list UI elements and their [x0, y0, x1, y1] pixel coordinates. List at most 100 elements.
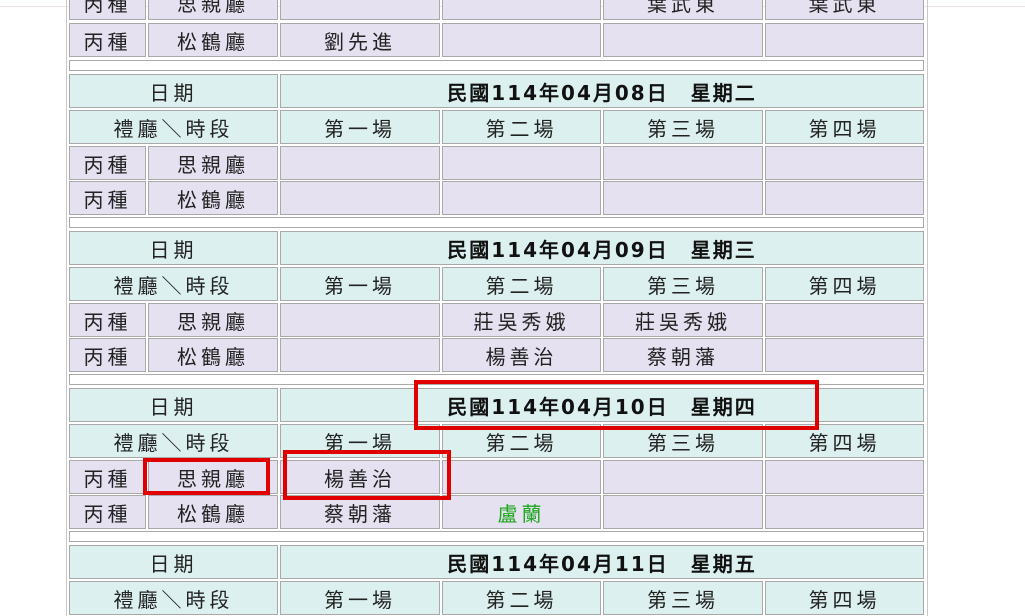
hall-slot-header: 禮廳＼時段 [69, 110, 278, 144]
slot-cell [280, 0, 440, 20]
date-value-cell: 民國114年04月08日 星期二 [280, 74, 924, 108]
slot-header: 第二場 [442, 581, 601, 615]
slot-header-label: 第一場 [324, 273, 396, 298]
hall-text: 思親廳 [177, 466, 249, 491]
type-text: 丙種 [83, 0, 132, 16]
date-label-cell: 日期 [69, 231, 278, 265]
slot-header: 第三場 [603, 424, 763, 458]
slot-cell: 蔡朝藩 [280, 495, 440, 529]
date-value-cell: 民國114年04月10日 星期四 [280, 388, 924, 422]
hall-cell: 思親廳 [148, 146, 278, 180]
date-value: 民國114年04月08日 星期二 [447, 80, 757, 105]
slot-cell [603, 181, 763, 215]
type-cell: 丙種 [69, 303, 146, 337]
slot-header: 第二場 [442, 424, 601, 458]
hall-slot-label: 禮廳＼時段 [113, 273, 234, 298]
slot-cell [442, 460, 601, 494]
slot-header: 第一場 [280, 110, 440, 144]
hall-cell: 松鶴廳 [148, 181, 278, 215]
slot-header: 第四場 [765, 110, 924, 144]
type-text: 丙種 [83, 152, 132, 177]
slot-header-label: 第一場 [324, 587, 396, 612]
slot-cell [765, 181, 924, 215]
block-separator [69, 531, 924, 542]
table-left-edge [66, 0, 67, 616]
slot-cell [280, 146, 440, 180]
slot-header: 第一場 [280, 267, 440, 301]
slot-header-label: 第四場 [808, 273, 881, 298]
type-cell: 丙種 [69, 460, 146, 494]
slot-cell [765, 460, 924, 494]
slot-header-label: 第三場 [647, 587, 719, 612]
slot-header-label: 第四場 [808, 430, 881, 455]
slot-cell [442, 181, 601, 215]
slot-header: 第四場 [765, 267, 924, 301]
slot-header: 第四場 [765, 581, 924, 615]
slot-cell [442, 146, 601, 180]
slot-header-label: 第三場 [647, 430, 719, 455]
slot-cell [765, 495, 924, 529]
type-cell: 丙種 [69, 495, 146, 529]
date-value-cell: 民國114年04月11日 星期五 [280, 545, 924, 579]
slot-cell: 莊吳秀娥 [603, 303, 763, 337]
type-cell: 丙種 [69, 0, 146, 20]
type-text: 丙種 [83, 344, 132, 369]
hall-cell: 松鶴廳 [148, 23, 278, 57]
hall-cell: 思親廳 [148, 303, 278, 337]
new-booking-link[interactable]: 盧蘭 [498, 498, 546, 527]
type-cell: 丙種 [69, 23, 146, 57]
slot-cell: 劉先進 [280, 23, 440, 57]
slot-header: 第一場 [280, 424, 440, 458]
type-text: 丙種 [83, 29, 132, 54]
date-value: 民國114年04月11日 星期五 [447, 551, 757, 576]
slot-header-label: 第三場 [647, 116, 719, 141]
slot-cell: 葉武東 [765, 0, 924, 20]
slot-cell: 楊善治 [442, 338, 601, 372]
date-label-cell: 日期 [69, 545, 278, 579]
slot-header: 第三場 [603, 267, 763, 301]
slot-text: 楊善治 [324, 466, 396, 491]
hall-slot-header: 禮廳＼時段 [69, 581, 278, 615]
slot-text: 楊善治 [485, 344, 558, 369]
slot-cell [603, 23, 763, 57]
type-cell: 丙種 [69, 146, 146, 180]
type-cell: 丙種 [69, 338, 146, 372]
slot-cell [765, 23, 924, 57]
slot-cell: 葉武東 [603, 0, 763, 20]
block-separator [69, 60, 924, 71]
hall-cell: 思親廳 [148, 460, 278, 494]
slot-cell [603, 495, 763, 529]
slot-cell [280, 181, 440, 215]
hall-text: 松鶴廳 [177, 29, 249, 54]
type-text: 丙種 [83, 309, 132, 334]
block-separator [69, 374, 924, 385]
hall-text: 思親廳 [177, 152, 249, 177]
hall-text: 松鶴廳 [177, 187, 249, 212]
slot-cell: 莊吳秀娥 [442, 303, 601, 337]
hall-slot-label: 禮廳＼時段 [113, 116, 234, 141]
slot-text: 蔡朝藩 [647, 344, 719, 369]
date-value: 民國114年04月10日 星期四 [447, 394, 757, 419]
slot-cell [765, 303, 924, 337]
hall-cell: 松鶴廳 [148, 338, 278, 372]
slot-header-label: 第一場 [324, 430, 396, 455]
type-text: 丙種 [83, 501, 132, 526]
date-label: 日期 [149, 237, 198, 262]
date-label: 日期 [149, 394, 198, 419]
slot-cell [280, 338, 440, 372]
slot-header: 第二場 [442, 267, 601, 301]
type-cell: 丙種 [69, 181, 146, 215]
slot-cell[interactable]: 盧蘭 [442, 495, 601, 529]
table-right-edge [927, 0, 928, 616]
slot-header: 第二場 [442, 110, 601, 144]
slot-cell: 楊善治 [280, 460, 440, 494]
slot-header-label: 第四場 [808, 116, 881, 141]
date-value: 民國114年04月09日 星期三 [447, 237, 757, 262]
date-label-cell: 日期 [69, 388, 278, 422]
type-text: 丙種 [83, 466, 132, 491]
slot-cell [765, 338, 924, 372]
date-value-cell: 民國114年04月09日 星期三 [280, 231, 924, 265]
slot-header-label: 第四場 [808, 587, 881, 612]
hall-slot-header: 禮廳＼時段 [69, 267, 278, 301]
hall-text: 思親廳 [177, 309, 249, 334]
